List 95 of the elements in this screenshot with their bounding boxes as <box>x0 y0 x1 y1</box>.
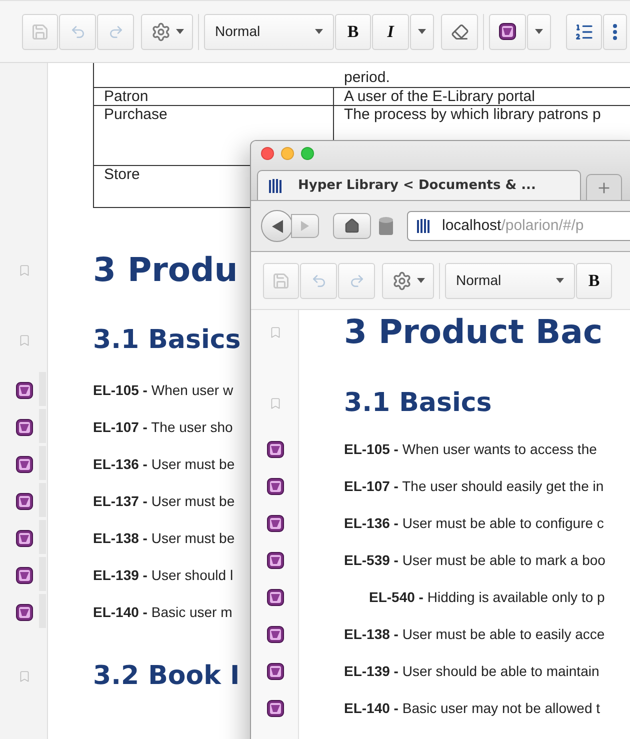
subheading: 3.1 Basics <box>344 386 492 420</box>
requirement-text: EL-136 - User must be <box>93 455 235 474</box>
requirement-text: EL-137 - User must be <box>93 492 235 511</box>
requirement-text: EL-138 - User must be able to easily acce <box>344 625 605 644</box>
requirement-icon <box>16 493 32 510</box>
browser-tab[interactable]: Hyper Library < Documents & ... <box>257 170 581 200</box>
settings-button[interactable] <box>382 262 434 298</box>
undo-icon <box>310 272 326 288</box>
clear-format-button[interactable] <box>441 14 478 50</box>
caret-icon <box>556 278 564 283</box>
more-icon <box>613 24 617 40</box>
definition-cell: The process by which library patrons p <box>344 106 601 123</box>
term-cell: Purchase <box>104 106 168 123</box>
caret-icon <box>315 29 323 34</box>
requirement-icon <box>16 419 32 436</box>
requirement-icon <box>266 515 284 532</box>
requirement-text: EL-140 - Basic user may not be allowed t <box>344 699 600 718</box>
insert-requirement-button[interactable] <box>489 14 526 50</box>
caret-icon <box>535 29 543 34</box>
requirement-text: EL-138 - User must be <box>93 529 235 548</box>
zoom-button[interactable] <box>301 147 314 160</box>
plus-icon <box>596 180 612 196</box>
caret-icon <box>418 29 426 34</box>
dropdown-button[interactable] <box>527 14 551 50</box>
requirement-icon <box>16 456 32 473</box>
requirement-icon <box>266 700 284 717</box>
back-button[interactable] <box>261 210 293 242</box>
close-button[interactable] <box>261 147 274 160</box>
requirement-icon <box>266 589 284 606</box>
bookmark-icon <box>268 396 282 410</box>
save-icon <box>272 272 290 290</box>
bookmark-icon <box>18 264 30 276</box>
eraser-icon <box>450 22 468 40</box>
requirement-icon <box>16 382 32 399</box>
caret-icon <box>416 278 424 283</box>
italic-button[interactable]: I <box>372 14 409 50</box>
style-select[interactable]: Normal <box>445 262 575 298</box>
heading: 3 Produ <box>93 249 238 292</box>
save-icon <box>31 22 49 40</box>
subheading: 3.1 Basics <box>93 324 241 356</box>
requirement-text: EL-107 - The user should easily get the in <box>344 477 604 496</box>
heading: 3 Product Bac <box>344 311 603 354</box>
undo-icon <box>70 24 86 40</box>
cylinder-icon <box>379 217 393 235</box>
settings-icon <box>392 270 412 290</box>
requirement-text: EL-136 - User must be able to configure c <box>344 514 604 533</box>
numbered-list-button[interactable] <box>566 14 602 50</box>
requirement-icon <box>266 552 284 569</box>
definition-cell: A user of the E-Library portal <box>344 88 535 105</box>
more-button[interactable] <box>603 14 627 50</box>
dropdown-button[interactable] <box>410 14 434 50</box>
requirement-icon <box>266 478 284 495</box>
minimize-button[interactable] <box>281 147 294 160</box>
new-tab-button[interactable] <box>586 174 622 200</box>
requirement-icon <box>16 567 32 584</box>
subheading: 3.2 Book I <box>93 660 240 692</box>
caret-icon <box>176 29 184 34</box>
term-cell: Patron <box>104 88 148 105</box>
bold-button[interactable]: B <box>335 14 371 50</box>
url-host: localhost <box>442 216 502 234</box>
requirement-text: EL-107 - The user sho <box>93 418 233 437</box>
numbered-list-icon <box>574 22 594 42</box>
requirement-text: EL-140 - Basic user m <box>93 603 232 622</box>
home-icon <box>344 218 360 234</box>
bookmark-icon <box>18 670 30 682</box>
requirement-text: EL-139 - User should l <box>93 566 234 585</box>
requirement-text: EL-139 - User should be able to maintain <box>344 662 600 681</box>
requirement-icon <box>16 604 32 621</box>
requirement-icon <box>266 663 284 680</box>
term-cell: Store <box>104 166 140 183</box>
left-arrow-icon <box>272 220 282 232</box>
bars-logo-icon <box>416 218 432 234</box>
home-button[interactable] <box>333 213 371 239</box>
requirement-text: EL-539 - User must be able to mark a boo <box>344 551 606 570</box>
requirement-icon <box>266 441 284 458</box>
right-arrow-icon <box>301 221 309 231</box>
requirement-icon <box>499 23 516 40</box>
style-select[interactable]: Normal <box>204 14 334 50</box>
tab-title: Hyper Library < Documents & ... <box>298 176 536 195</box>
requirement-text: EL-105 - When user w <box>93 381 234 400</box>
bars-logo-icon <box>268 178 284 194</box>
bookmark-icon <box>18 334 30 346</box>
requirement-text: EL-105 - When user wants to access the <box>344 440 597 459</box>
definition-cell: period. <box>344 69 390 86</box>
bookmark-icon <box>268 326 282 338</box>
requirement-icon <box>16 530 32 547</box>
redo-icon <box>348 272 364 288</box>
redo-icon <box>108 24 124 40</box>
bold-button[interactable]: B <box>576 262 612 298</box>
requirement-icon <box>266 626 284 643</box>
requirement-text: EL-540 - Hidding is available only to p <box>369 588 605 607</box>
url-path: /polarion/#/p <box>501 216 584 234</box>
settings-icon <box>150 22 170 42</box>
address-field[interactable]: localhost/polarion/#/p <box>407 211 630 241</box>
settings-button[interactable] <box>141 14 193 50</box>
